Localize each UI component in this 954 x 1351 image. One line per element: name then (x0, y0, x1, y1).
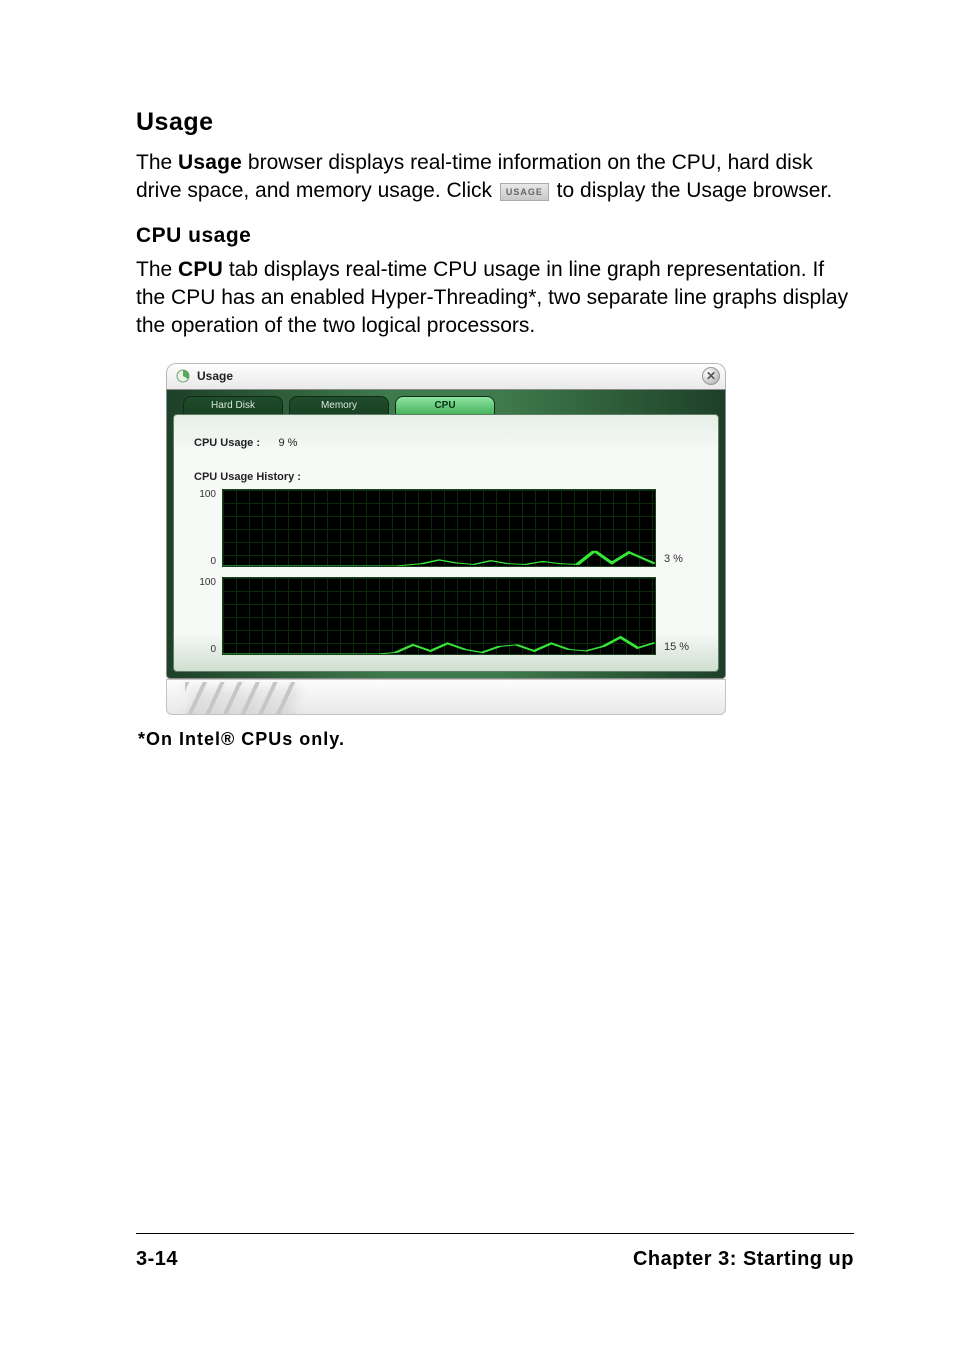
usage-button-inline: USAGE (500, 183, 549, 201)
tick-top: 100 (199, 489, 216, 500)
text: The (136, 151, 178, 174)
close-icon[interactable]: ✕ (702, 367, 720, 385)
page-footer: 3-14 Chapter 3: Starting up (136, 1233, 854, 1271)
tick-bottom: 0 (210, 644, 216, 655)
y-axis-ticks: 100 0 (194, 577, 222, 655)
tab-content-cpu: CPU Usage : 9 % CPU Usage History : 100 … (173, 414, 719, 672)
cpu-history-chart-1: 100 0 3 % (194, 489, 698, 567)
window-title: Usage (197, 369, 233, 383)
paragraph-cpu-intro: The CPU tab displays real-time CPU usage… (136, 256, 854, 341)
y-axis-ticks: 100 0 (194, 489, 222, 567)
tab-memory[interactable]: Memory (289, 396, 389, 414)
history-label-text: CPU Usage History : (194, 471, 301, 483)
tick-bottom: 0 (210, 556, 216, 567)
page-number: 3-14 (136, 1248, 178, 1271)
tab-hard-disk[interactable]: Hard Disk (183, 396, 283, 414)
window-titlebar: Usage ✕ (166, 363, 726, 389)
usage-browser-window: Usage ✕ Hard Disk Memory CPU CPU Usage :… (166, 363, 726, 715)
tab-bar: Hard Disk Memory CPU (173, 396, 719, 414)
chart-1-current-value: 3 % (656, 489, 698, 567)
text: tab displays real-time CPU usage in line… (136, 258, 848, 338)
tick-top: 100 (199, 577, 216, 588)
chart-2-current-value: 15 % (656, 577, 698, 655)
window-body: Hard Disk Memory CPU CPU Usage : 9 % CPU… (166, 389, 726, 679)
subheading-cpu-usage: CPU usage (136, 224, 854, 248)
hatch-decoration (185, 682, 295, 715)
text: to display the Usage browser. (551, 179, 832, 202)
paragraph-usage-intro: The Usage browser displays real-time inf… (136, 149, 854, 206)
bold-word-usage: Usage (178, 151, 242, 174)
text: The (136, 258, 178, 281)
bold-word-cpu: CPU (178, 258, 223, 281)
pie-chart-icon (175, 368, 191, 384)
tab-cpu[interactable]: CPU (395, 396, 495, 414)
chart-canvas-2 (222, 577, 656, 655)
chart-canvas-1 (222, 489, 656, 567)
footnote: *On Intel® CPUs only. (138, 729, 854, 750)
series-line-2 (223, 637, 655, 654)
cpu-usage-row: CPU Usage : 9 % (194, 433, 698, 451)
chapter-title: Chapter 3: Starting up (633, 1248, 854, 1271)
window-footer (166, 679, 726, 715)
series-line-1 (223, 551, 655, 566)
cpu-usage-label: CPU Usage : (194, 437, 260, 449)
cpu-history-label: CPU Usage History : (194, 467, 698, 485)
cpu-history-chart-2: 100 0 15 % (194, 577, 698, 655)
section-heading-usage: Usage (136, 108, 854, 137)
cpu-usage-value: 9 % (278, 437, 297, 449)
